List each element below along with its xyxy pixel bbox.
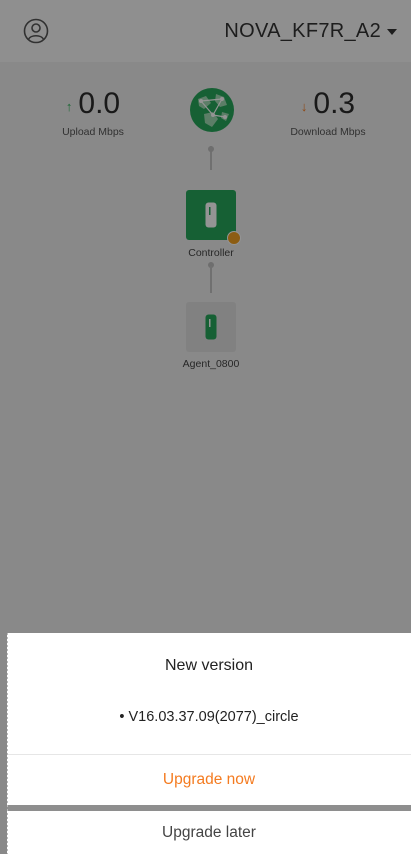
upgrade-now-button[interactable]: Upgrade now <box>7 755 411 805</box>
version-text: • V16.03.37.09(2077)_circle <box>119 709 299 725</box>
sheet-edge <box>7 633 8 854</box>
dialog-title: New version <box>164 657 254 674</box>
upgrade-later-button[interactable]: Upgrade later <box>7 811 411 854</box>
update-dialog: New version • V16.03.37.09(2077)_circle … <box>7 633 411 854</box>
